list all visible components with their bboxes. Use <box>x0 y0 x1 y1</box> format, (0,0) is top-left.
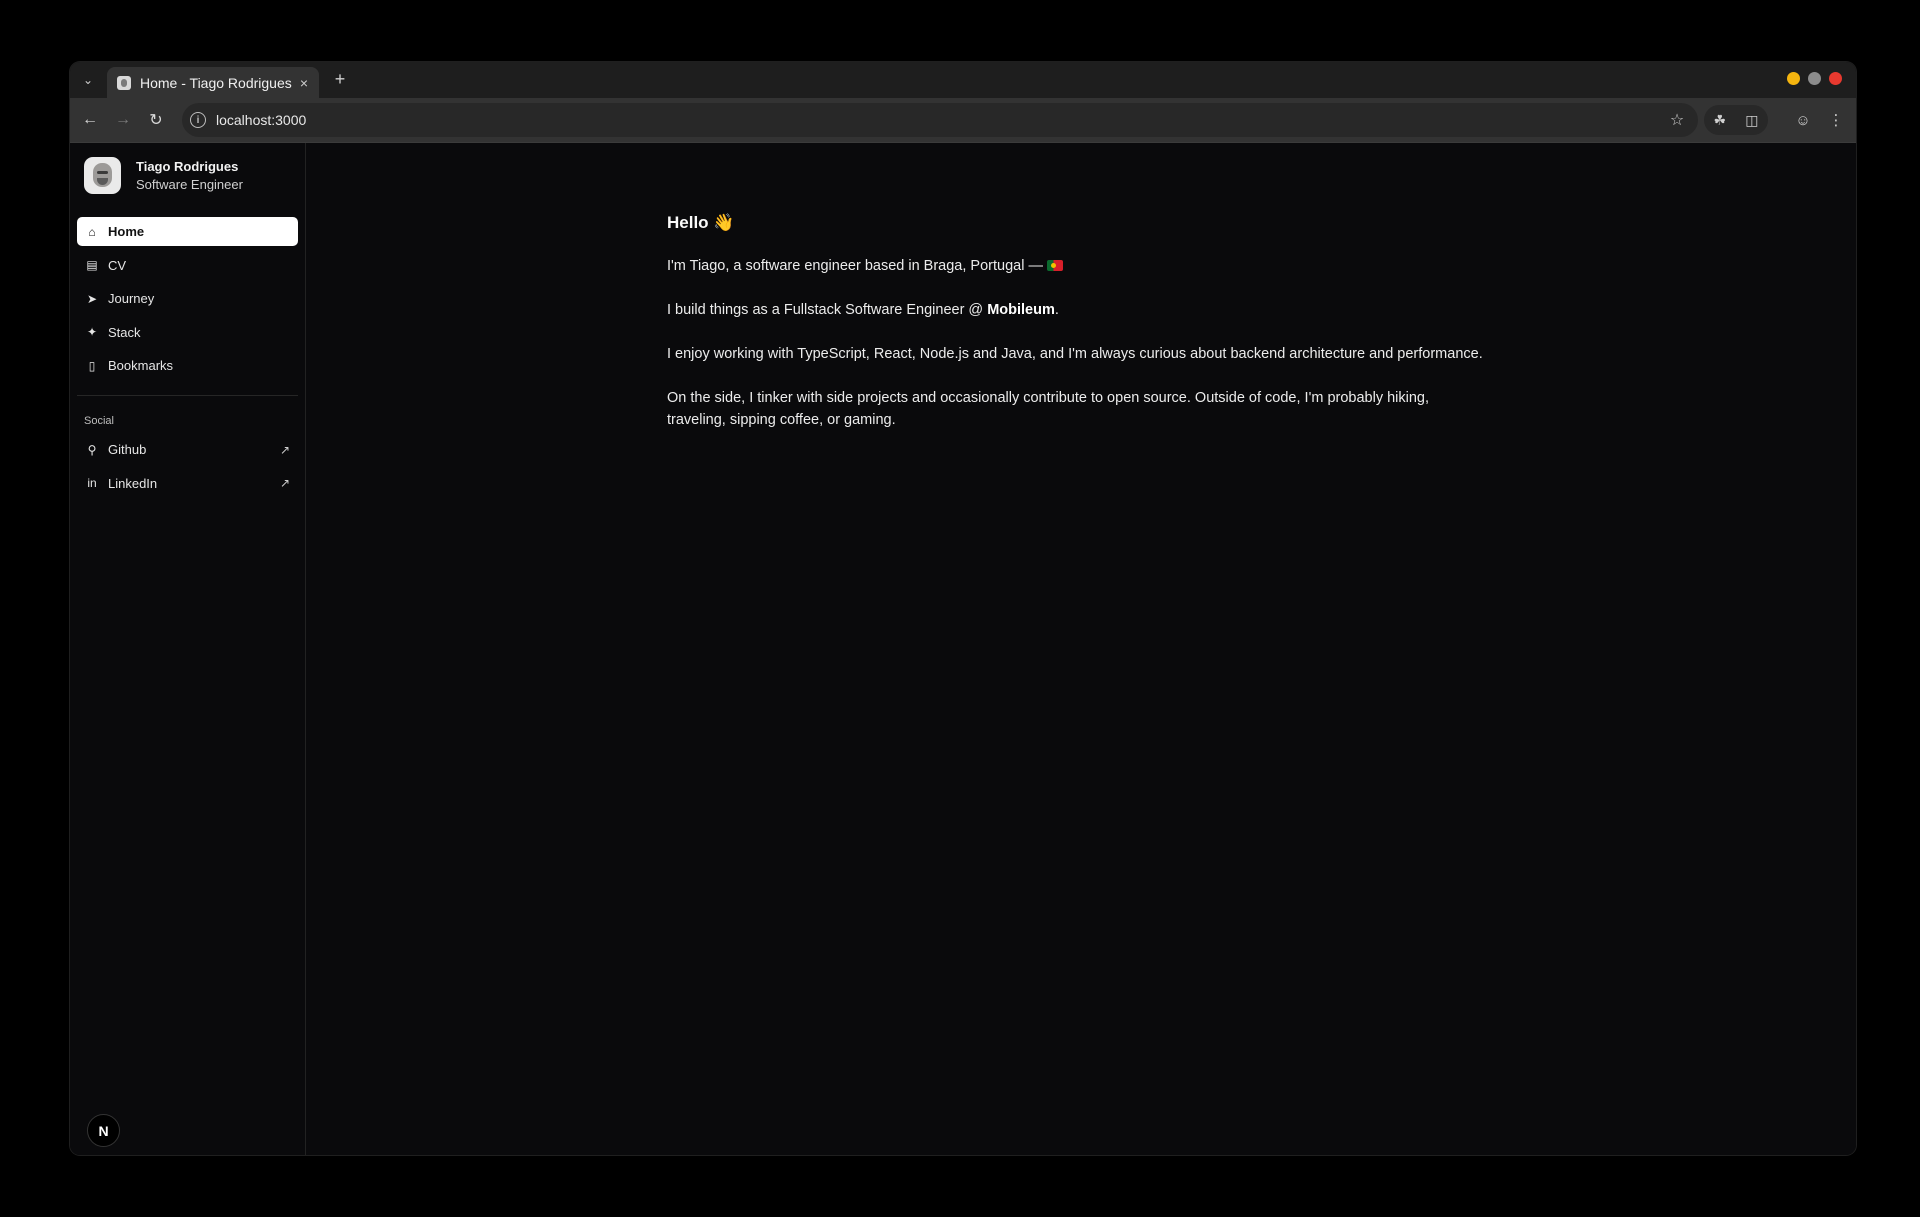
work-paragraph: I build things as a Fullstack Software E… <box>667 302 1059 318</box>
profile-role: Software Engineer <box>136 177 243 192</box>
extensions-area: ☘ ◫ <box>1704 105 1768 135</box>
nav-label: Stack <box>108 324 141 340</box>
linkedin-icon: in <box>87 476 97 490</box>
extension-icon[interactable]: ☘ <box>1714 112 1727 129</box>
nav-label: LinkedIn <box>108 475 158 491</box>
nav-item-bookmarks[interactable]: ▯ Bookmarks <box>77 351 298 380</box>
page-title: Hello 👋 <box>667 213 735 232</box>
hobbies-paragraph: On the side, I tinker with side projects… <box>667 390 1430 428</box>
avatar <box>84 157 121 194</box>
nav-item-stack[interactable]: ✦ Stack <box>77 318 298 347</box>
browser-window: ⌄ Home - Tiago Rodrigues × + ← → ↻ i loc… <box>70 62 1856 1155</box>
nav-item-journey[interactable]: ➤ Journey <box>77 284 298 313</box>
nav-label: CV <box>108 257 127 273</box>
browser-toolbar: ← → ↻ i localhost:3000 ☆ ☘ ◫ ☺ ⋮ <box>70 98 1856 143</box>
divider <box>77 395 298 396</box>
skills-paragraph: I enjoy working with TypeScript, React, … <box>667 346 1483 362</box>
profile-icon[interactable]: ☺ <box>1792 109 1814 131</box>
social-section-label: Social <box>84 415 114 427</box>
tab-home[interactable]: Home - Tiago Rodrigues × <box>107 67 319 98</box>
favicon-icon <box>117 75 131 90</box>
social-nav: ⚲ Github ↗ in LinkedIn ↗ <box>77 435 298 502</box>
nav-item-linkedin[interactable]: in LinkedIn ↗ <box>77 469 298 498</box>
bookmark-icon: ▯ <box>88 358 96 373</box>
github-icon: ⚲ <box>87 442 97 457</box>
nav-label: Journey <box>108 291 155 306</box>
window-controls <box>1787 72 1842 85</box>
menu-icon[interactable]: ⋮ <box>1825 109 1847 131</box>
puzzle-icon[interactable]: ◫ <box>1745 112 1758 129</box>
new-tab-button[interactable]: + <box>330 69 350 89</box>
nav-label: Bookmarks <box>108 358 174 373</box>
intro-paragraph: I'm Tiago, a software engineer based in … <box>667 255 1487 277</box>
company-name: Mobileum <box>987 302 1055 318</box>
page: Tiago Rodrigues Software Engineer ⌂ Home… <box>70 143 1856 1155</box>
document-icon: ▤ <box>86 258 98 272</box>
main-nav: ⌂ Home ▤ CV ➤ Journey ✦ Stack ▯ Bookmark… <box>77 217 298 385</box>
tab-search-icon[interactable]: ⌄ <box>78 70 98 90</box>
wand-icon: ✦ <box>86 325 98 339</box>
url-text[interactable]: localhost:3000 <box>216 112 1666 128</box>
close-window-button[interactable] <box>1829 72 1842 85</box>
star-icon[interactable]: ☆ <box>1666 110 1688 130</box>
main-content: Hello 👋 I'm Tiago, a software engineer b… <box>667 213 1487 453</box>
portugal-flag-icon <box>1046 260 1063 271</box>
nav-item-cv[interactable]: ▤ CV <box>77 251 298 280</box>
nav-item-github[interactable]: ⚲ Github ↗ <box>77 435 298 464</box>
send-icon: ➤ <box>86 291 98 306</box>
external-link-icon: ↗ <box>279 442 290 457</box>
sidebar: Tiago Rodrigues Software Engineer ⌂ Home… <box>70 143 306 1155</box>
address-bar[interactable]: i localhost:3000 ☆ <box>182 103 1698 137</box>
profile-name: Tiago Rodrigues <box>136 159 239 174</box>
tab-strip: ⌄ Home - Tiago Rodrigues × + <box>70 62 1856 98</box>
nav-label: Home <box>108 224 145 239</box>
close-icon[interactable]: × <box>295 74 313 92</box>
back-arrow-icon[interactable]: ← <box>79 109 101 131</box>
nextjs-badge[interactable]: N <box>87 1114 120 1147</box>
home-icon: ⌂ <box>88 224 96 239</box>
maximize-button[interactable] <box>1808 72 1821 85</box>
nav-label: Github <box>108 442 147 457</box>
reload-icon[interactable]: ↻ <box>145 109 167 131</box>
external-link-icon: ↗ <box>279 476 290 490</box>
tab-title: Home - Tiago Rodrigues <box>140 74 292 91</box>
forward-arrow-icon[interactable]: → <box>112 109 134 131</box>
profile: Tiago Rodrigues Software Engineer <box>84 157 243 194</box>
minimize-button[interactable] <box>1787 72 1800 85</box>
nav-item-home[interactable]: ⌂ Home <box>77 217 298 246</box>
info-icon[interactable]: i <box>190 112 206 128</box>
